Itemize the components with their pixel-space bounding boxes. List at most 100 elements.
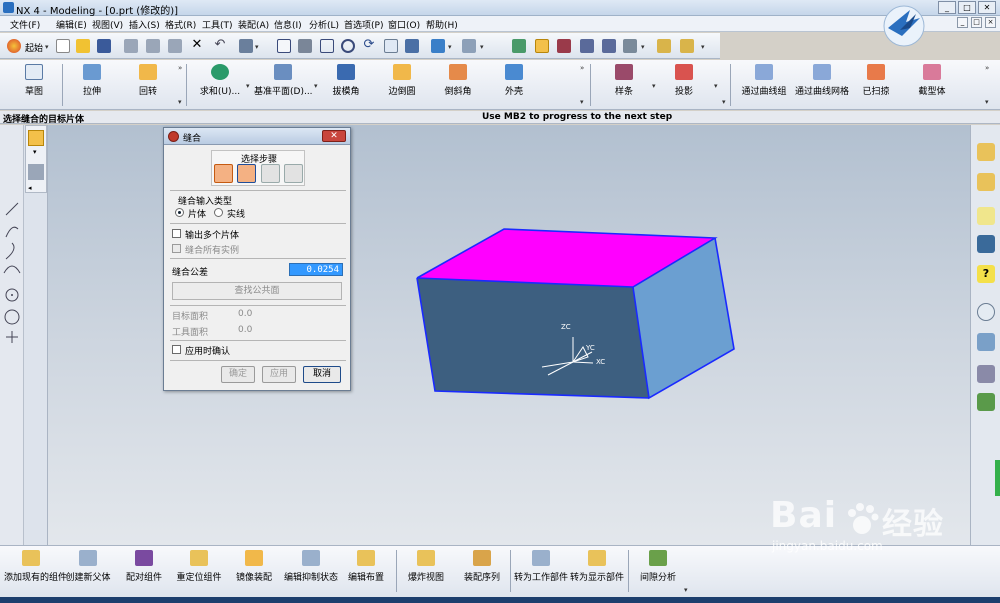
layer-icon[interactable]	[512, 39, 526, 53]
scroll-indicator[interactable]	[995, 460, 1000, 496]
toolbar-options-icon[interactable]: ▾	[985, 98, 989, 106]
crosshair-icon[interactable]	[28, 130, 44, 146]
more-tools-icon[interactable]: »	[178, 64, 182, 72]
new-parent-tool[interactable]: 创建新父体	[64, 548, 112, 583]
toolbar-options-icon[interactable]: ▾	[580, 98, 584, 106]
curve-mesh-tool[interactable]: 通过曲线网格	[792, 62, 852, 97]
shaded-dropdown-icon[interactable]: ▾	[448, 43, 452, 51]
menu-tools[interactable]: 工具(T)	[202, 18, 233, 31]
menu-view[interactable]: 视图(V)	[92, 18, 123, 31]
tolerance-input[interactable]: 0.0254	[289, 263, 343, 276]
through-curves-tool[interactable]: 通过曲线组	[738, 62, 790, 97]
cut-icon[interactable]	[124, 39, 138, 53]
clock-icon[interactable]	[977, 303, 995, 321]
filter-icon[interactable]	[602, 39, 616, 53]
start-icon[interactable]	[7, 39, 21, 53]
zoom-window-icon[interactable]	[298, 39, 312, 53]
process-icon[interactable]	[977, 365, 995, 383]
part-navigator-icon[interactable]	[977, 173, 995, 191]
chamfer-tool[interactable]: 倒斜角	[438, 62, 478, 97]
sheet-radio[interactable]	[175, 208, 184, 217]
front-face[interactable]	[417, 278, 649, 398]
apply-button[interactable]: 应用	[262, 366, 296, 383]
swept-tool[interactable]: 已扫掠	[856, 62, 896, 97]
revolve-tool[interactable]: 回转	[128, 62, 168, 97]
start-dropdown-icon[interactable]: ▾	[45, 43, 49, 51]
spline-dropdown-icon[interactable]: ▾	[652, 82, 656, 90]
more-tools-icon[interactable]: »	[985, 64, 989, 72]
pan-icon[interactable]	[384, 39, 398, 53]
web-icon[interactable]	[977, 333, 995, 351]
confirm-on-apply-checkbox[interactable]	[172, 345, 181, 354]
unite-tool[interactable]: 求和(U)...	[198, 62, 242, 97]
fit-icon[interactable]	[277, 39, 291, 53]
sketch-tool[interactable]: 草图	[14, 62, 54, 97]
measure-icon[interactable]	[580, 39, 594, 53]
shell-tool[interactable]: 外壳	[494, 62, 534, 97]
maximize-button[interactable]: □	[958, 1, 976, 14]
point-icon[interactable]	[557, 39, 571, 53]
wireframe-icon[interactable]	[462, 39, 476, 53]
toolbar-options-icon[interactable]: ▾	[684, 586, 688, 594]
toolbar-options-icon[interactable]: ▾	[722, 98, 726, 106]
section-body-tool[interactable]: 截型体	[912, 62, 952, 97]
new-icon[interactable]	[56, 39, 70, 53]
open-icon[interactable]	[76, 39, 90, 53]
copy-icon[interactable]	[146, 39, 160, 53]
mate-component-tool[interactable]: 配对组件	[122, 548, 166, 583]
select-icon[interactable]	[239, 39, 253, 53]
paste-icon[interactable]	[168, 39, 182, 53]
arrangement-tool[interactable]: 编辑布置	[346, 548, 386, 583]
close-window-button[interactable]: ✕	[978, 1, 996, 14]
project-tool[interactable]: 投影	[664, 62, 704, 97]
select-dropdown-icon[interactable]: ▾	[255, 43, 259, 51]
quickpick-icon[interactable]	[28, 164, 44, 180]
spline-tool[interactable]: 样条	[604, 62, 644, 97]
datum-plane-dropdown-icon[interactable]: ▾	[314, 82, 318, 90]
reposition-tool[interactable]: 重定位组件	[176, 548, 222, 583]
wireframe-dropdown-icon[interactable]: ▾	[480, 43, 484, 51]
dialog-title-bar[interactable]: 缝合 ✕	[164, 128, 350, 145]
ok-button[interactable]: 确定	[221, 366, 255, 383]
menu-assembly[interactable]: 装配(A)	[238, 18, 269, 31]
more-tools-icon[interactable]: »	[580, 64, 584, 72]
history-icon[interactable]	[977, 207, 995, 225]
roles-icon[interactable]	[977, 393, 995, 411]
menu-preferences[interactable]: 首选项(P)	[344, 18, 383, 31]
selection-dropdown-icon[interactable]: ▾	[641, 43, 645, 51]
menu-format[interactable]: 格式(R)	[165, 18, 196, 31]
work-part-tool[interactable]: 转为工作部件	[514, 548, 568, 583]
mirror-assembly-tool[interactable]: 镜像装配	[234, 548, 274, 583]
tool-step-icon[interactable]	[237, 164, 256, 183]
angle-icon[interactable]	[680, 39, 694, 53]
exploded-view-tool[interactable]: 爆炸视图	[406, 548, 446, 583]
tool-face-step-icon[interactable]	[284, 164, 303, 183]
ruler-dropdown-icon[interactable]: ▾	[701, 43, 705, 51]
view-icon[interactable]	[405, 39, 419, 53]
collapse-icon[interactable]: ▾	[33, 148, 37, 156]
magnify-icon[interactable]	[341, 39, 355, 53]
rotate-icon[interactable]: ⟳	[362, 38, 376, 53]
datum-plane-tool[interactable]: 基准平面(D)...	[254, 62, 313, 97]
help-icon[interactable]: ?	[977, 265, 995, 283]
menu-file[interactable]: 文件(F)	[10, 18, 40, 31]
sequence-tool[interactable]: 装配序列	[462, 548, 502, 583]
menu-analysis[interactable]: 分析(L)	[309, 18, 339, 31]
assembly-navigator-icon[interactable]	[977, 143, 995, 161]
draft-tool[interactable]: 拔模角	[326, 62, 366, 97]
mdi-close-button[interactable]: ×	[985, 17, 996, 28]
solid-radio[interactable]	[214, 208, 223, 217]
cancel-button[interactable]: 取消	[303, 366, 341, 383]
minimize-button[interactable]: _	[938, 1, 956, 14]
dialog-close-button[interactable]: ✕	[322, 130, 346, 142]
ruler-icon[interactable]	[657, 39, 671, 53]
snap-icon[interactable]	[535, 39, 549, 53]
menu-insert[interactable]: 插入(S)	[129, 18, 160, 31]
display-part-tool[interactable]: 转为显示部件	[570, 548, 624, 583]
menu-info[interactable]: 信息(I)	[274, 18, 302, 31]
clearance-tool[interactable]: 间隙分析	[636, 548, 680, 583]
shaded-icon[interactable]	[431, 39, 445, 53]
target-step-icon[interactable]	[214, 164, 233, 183]
add-component-tool[interactable]: 添加现有的组件	[4, 548, 67, 583]
target-face-step-icon[interactable]	[261, 164, 280, 183]
